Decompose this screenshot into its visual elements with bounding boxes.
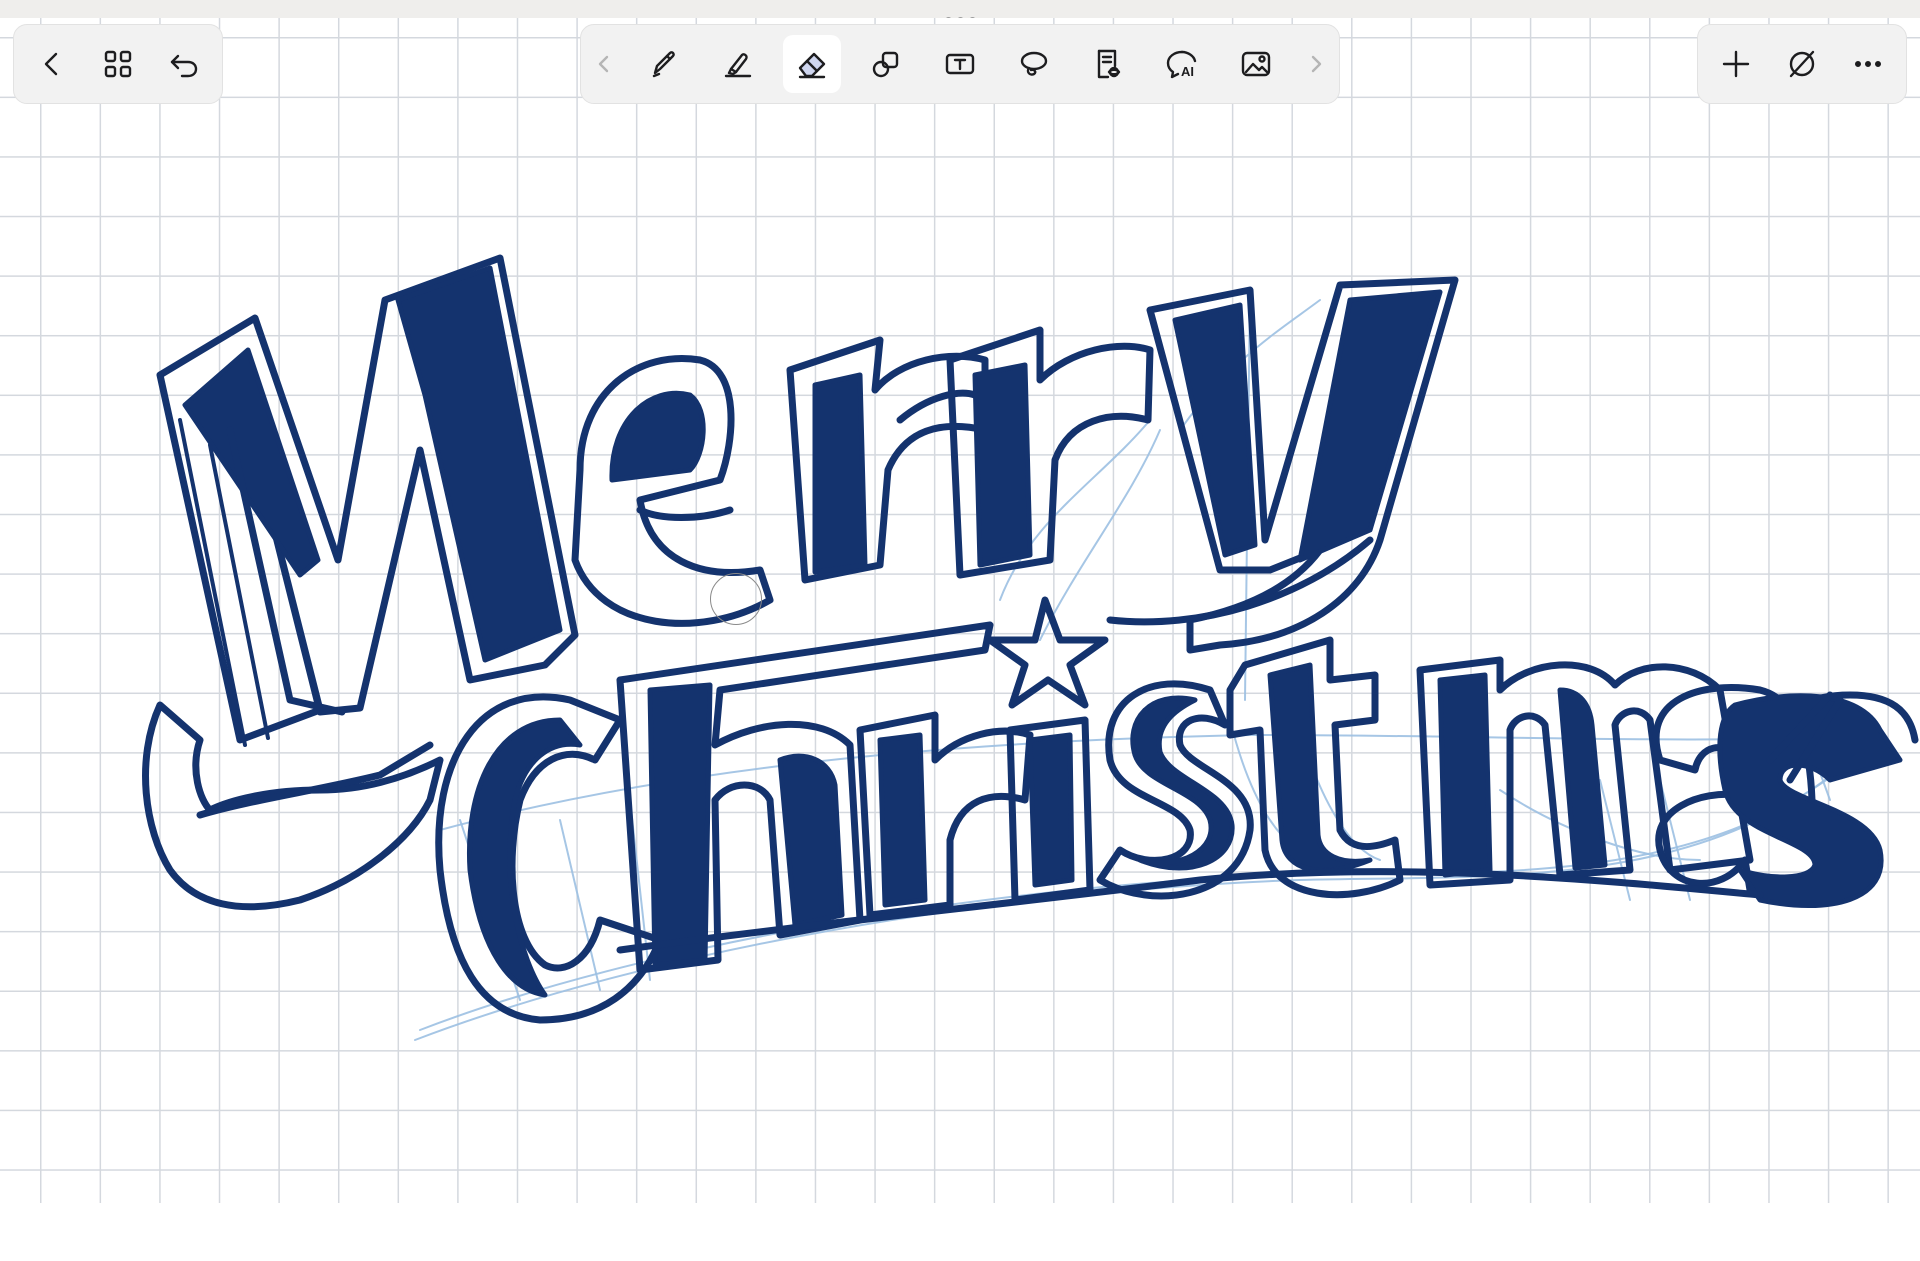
right-toolbar xyxy=(1697,24,1907,104)
lasso-icon xyxy=(1020,51,1048,76)
shapes-icon xyxy=(872,51,899,78)
text-tool-button[interactable] xyxy=(931,35,989,93)
eraser-cursor xyxy=(710,573,762,625)
plus-icon xyxy=(1722,50,1750,78)
left-toolbar xyxy=(13,24,223,104)
disable-button[interactable] xyxy=(1780,35,1824,93)
chevron-right-icon xyxy=(1311,55,1322,73)
eraser-icon xyxy=(798,52,826,79)
slash-circle-icon xyxy=(1789,50,1815,78)
pages-overview-button[interactable] xyxy=(96,35,140,93)
text-box-icon xyxy=(945,53,975,75)
chevron-left-icon xyxy=(598,55,609,73)
pen-tool-button[interactable] xyxy=(635,35,693,93)
undo-icon xyxy=(170,54,198,78)
document-view-icon xyxy=(1097,49,1121,79)
image-icon xyxy=(1241,51,1271,77)
more-options-button[interactable] xyxy=(1846,35,1890,93)
scroll-tools-right-button[interactable] xyxy=(1301,35,1331,93)
svg-text:AI: AI xyxy=(1181,64,1194,79)
note-canvas[interactable] xyxy=(0,18,1920,1203)
ai-assistant-button[interactable]: AI xyxy=(1153,35,1211,93)
undo-button[interactable] xyxy=(162,35,206,93)
shapes-tool-button[interactable] xyxy=(857,35,915,93)
pen-icon xyxy=(652,51,675,78)
back-button[interactable] xyxy=(30,35,74,93)
highlighter-icon xyxy=(724,53,752,78)
page-bottom-margin xyxy=(0,1203,1920,1261)
insert-image-button[interactable] xyxy=(1227,35,1285,93)
document-view-button[interactable] xyxy=(1079,35,1137,93)
lasso-tool-button[interactable] xyxy=(1005,35,1063,93)
tools-toolbar: AI xyxy=(580,24,1340,104)
more-icon xyxy=(1854,61,1882,68)
add-page-button[interactable] xyxy=(1714,35,1758,93)
grid-icon xyxy=(104,50,132,78)
highlighter-tool-button[interactable] xyxy=(709,35,767,93)
ai-chat-icon: AI xyxy=(1166,50,1197,79)
eraser-tool-button[interactable] xyxy=(783,35,841,93)
chevron-left-icon xyxy=(44,52,58,76)
scroll-tools-left-button[interactable] xyxy=(589,35,619,93)
